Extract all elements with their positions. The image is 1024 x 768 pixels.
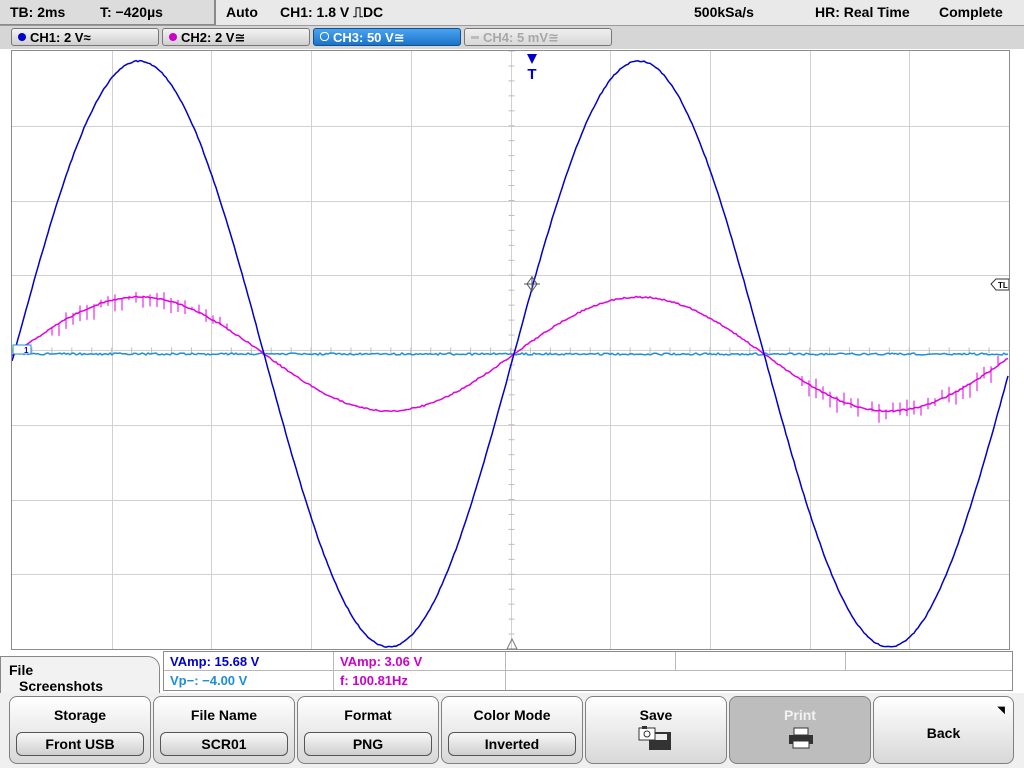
channel-bar: CH1: 2 V≈ CH2: 2 V≅ CH3: 50 V≅ CH4: 5 mV… xyxy=(0,26,1024,49)
ch3-label: CH3: 50 V xyxy=(333,30,394,45)
storage-softkey[interactable]: Storage Front USB xyxy=(9,696,151,764)
ch1-color-dot xyxy=(18,33,26,41)
ch4-label: CH4: 5 mV xyxy=(483,30,548,45)
measurement-empty-4 xyxy=(506,671,676,690)
delay-readout: T: −420µs xyxy=(100,4,163,20)
waveform-display[interactable]: T TL 1 xyxy=(11,50,1010,650)
ch1-coupling-icon: ≈ xyxy=(83,30,90,45)
storage-value: Front USB xyxy=(16,732,144,756)
file-name-value: SCR01 xyxy=(160,732,288,756)
format-title: Format xyxy=(298,707,438,723)
acquisition-state: Complete xyxy=(939,4,1003,20)
file-name-softkey[interactable]: File Name SCR01 xyxy=(153,696,295,764)
format-softkey[interactable]: Format PNG xyxy=(297,696,439,764)
file-name-title: File Name xyxy=(154,707,294,723)
save-title: Save xyxy=(586,707,726,723)
trigger-readout: CH1: 1.8 V ⎍DC xyxy=(280,4,383,21)
print-title: Print xyxy=(730,707,870,723)
format-value: PNG xyxy=(304,732,432,756)
trigger-point-icon xyxy=(524,276,540,292)
softkey-bar: Storage Front USB File Name SCR01 Format… xyxy=(0,693,1024,768)
ch3-coupling-icon: ≅ xyxy=(394,30,405,45)
ch2-color-dot xyxy=(169,33,177,41)
color-mode-value: Inverted xyxy=(448,732,576,756)
ch1-label: CH1: 2 V xyxy=(30,30,83,45)
save-softkey[interactable]: Save xyxy=(585,696,727,764)
save-disk-icon xyxy=(637,726,675,752)
measurement-empty-1 xyxy=(506,652,676,671)
menu-corner-arrow-icon: ◥ xyxy=(997,705,1005,716)
channel-tab-ch2[interactable]: CH2: 2 V≅ xyxy=(162,28,310,46)
ch4-coupling-icon: ≅ xyxy=(548,30,559,45)
ch2-coupling-icon: ≅ xyxy=(234,30,245,45)
channel-tab-ch3[interactable]: CH3: 50 V≅ xyxy=(313,28,461,46)
trigger-level-marker[interactable]: TL xyxy=(991,279,1009,290)
measurement-ch1-vamp: VAmp: 15.68 V xyxy=(164,652,334,671)
measurement-ch3-vpmin: Vp−: −4.00 V xyxy=(164,671,334,690)
ground-marker[interactable]: 1 xyxy=(13,345,31,355)
menu-title-line1: File xyxy=(9,662,33,678)
back-title: Back xyxy=(874,725,1013,741)
back-softkey[interactable]: Back ◥ xyxy=(873,696,1014,764)
status-bar: TB: 2ms T: −420µs Auto CH1: 1.8 V ⎍DC 50… xyxy=(0,0,1024,26)
ch4-color-dot xyxy=(471,36,479,39)
printer-icon xyxy=(788,727,814,749)
acquisition-mode: HR: Real Time xyxy=(815,4,910,20)
ch3-color-dot xyxy=(320,32,329,41)
menu-title-line2: Screenshots xyxy=(19,678,103,694)
ch2-label: CH2: 2 V xyxy=(181,30,234,45)
measurement-ch2-freq: f: 100.81Hz xyxy=(334,671,506,690)
channel-tab-ch1[interactable]: CH1: 2 V≈ xyxy=(11,28,159,46)
ch3-waveform xyxy=(12,353,1008,355)
trigger-mode: Auto xyxy=(226,4,258,20)
menu-title-tab: File Screenshots xyxy=(0,656,160,698)
measurement-ch2-vamp: VAmp: 3.06 V xyxy=(334,652,506,671)
measurement-empty-3 xyxy=(846,652,1012,671)
channel-tab-ch4[interactable]: CH4: 5 mV≅ xyxy=(464,28,612,46)
color-mode-softkey[interactable]: Color Mode Inverted xyxy=(441,696,583,764)
trigger-level-label: TL xyxy=(998,281,1008,290)
print-softkey[interactable]: Print xyxy=(729,696,871,764)
measurement-empty-2 xyxy=(676,652,846,671)
graticule-grid xyxy=(12,51,1009,649)
trigger-marker-label: T xyxy=(527,66,536,83)
storage-title: Storage xyxy=(10,707,150,723)
ground-marker-label: 1 xyxy=(24,346,29,355)
trigger-position-arrow[interactable] xyxy=(527,54,537,64)
timebase-readout: TB: 2ms xyxy=(10,4,65,20)
color-mode-title: Color Mode xyxy=(442,707,582,723)
sample-rate: 500kSa/s xyxy=(694,4,754,20)
measurement-panel: VAmp: 15.68 V VAmp: 3.06 V Vp−: −4.00 V … xyxy=(163,651,1013,691)
graticule-svg: T TL 1 xyxy=(12,51,1009,649)
